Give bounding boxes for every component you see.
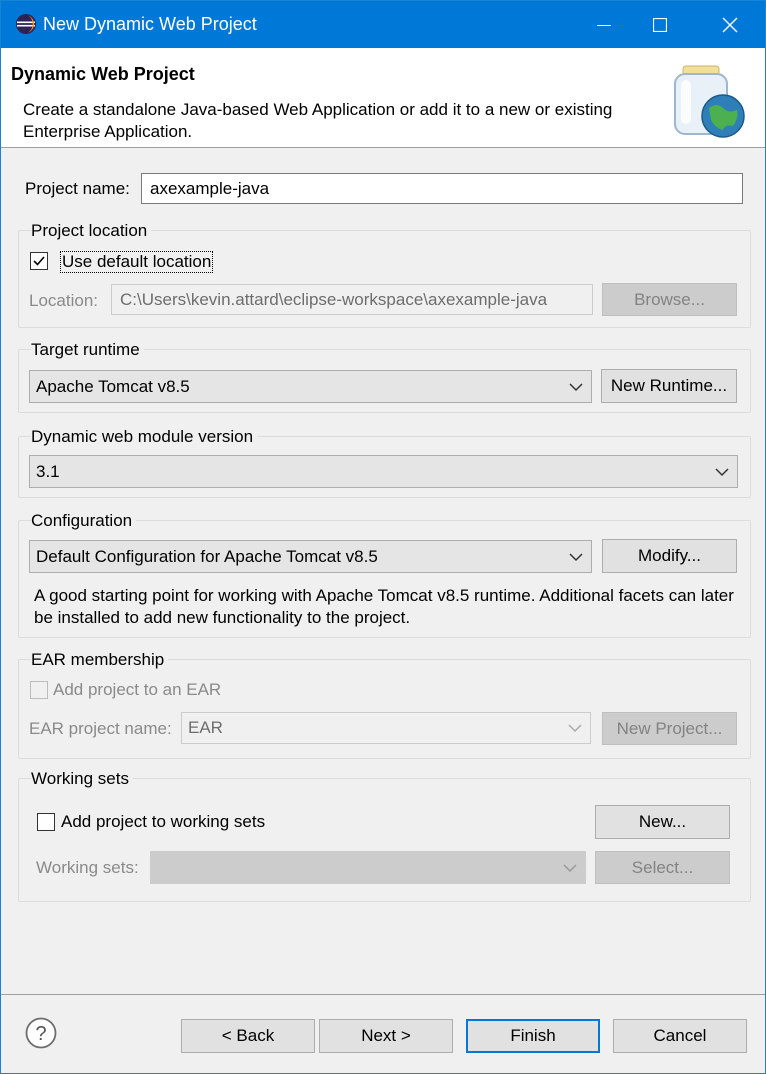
project-location-group-label: Project location: [31, 221, 152, 241]
use-default-location-label[interactable]: Use default location: [60, 251, 214, 273]
add-to-working-sets-label[interactable]: Add project to working sets: [61, 812, 265, 832]
configuration-select[interactable]: Default Configuration for Apache Tomcat …: [29, 540, 592, 573]
working-sets-select[interactable]: [150, 851, 586, 884]
ear-project-name-label: EAR project name:: [29, 719, 172, 738]
configuration-description: A good starting point for working with A…: [34, 586, 734, 627]
minimize-button[interactable]: [581, 1, 627, 48]
configuration-group-label: Configuration: [31, 511, 137, 531]
configuration-value: Default Configuration for Apache Tomcat …: [36, 546, 378, 566]
working-sets-label: Working sets:: [36, 858, 139, 877]
close-button[interactable]: [707, 1, 753, 48]
project-name-input[interactable]: axexample-java: [141, 173, 743, 204]
web-project-jar-globe-icon: [674, 65, 745, 138]
target-runtime-group-label: Target runtime: [31, 340, 144, 360]
close-icon: [722, 17, 738, 32]
working-sets-group-label: Working sets: [31, 769, 133, 789]
module-version-value: 3.1: [36, 461, 60, 481]
minimize-icon: [597, 24, 611, 26]
module-version-group-label: Dynamic web module version: [31, 427, 258, 447]
checkmark-icon: [33, 256, 45, 266]
browse-button[interactable]: Browse...: [602, 283, 737, 316]
title-bar: New Dynamic Web Project: [1, 1, 765, 48]
new-runtime-button[interactable]: New Runtime...: [601, 369, 737, 403]
eclipse-icon: [16, 14, 36, 34]
location-label: Location:: [29, 291, 98, 310]
chevron-down-icon: [569, 552, 583, 561]
new-ear-project-button[interactable]: New Project...: [602, 712, 737, 745]
next-button[interactable]: Next >: [319, 1019, 453, 1053]
back-button[interactable]: < Back: [181, 1019, 315, 1053]
page-title: Dynamic Web Project: [11, 64, 195, 84]
wizard-banner: Dynamic Web Project Create a standalone …: [1, 48, 765, 148]
chevron-down-icon: [715, 467, 729, 476]
footer-divider: [1, 994, 765, 995]
use-default-location-checkbox[interactable]: [30, 252, 48, 270]
cancel-button[interactable]: Cancel: [613, 1019, 747, 1053]
add-to-working-sets-checkbox[interactable]: [37, 813, 55, 831]
new-working-set-button[interactable]: New...: [595, 805, 730, 839]
chevron-down-icon: [568, 724, 582, 733]
project-name-label: Project name:: [25, 179, 130, 198]
new-dynamic-web-project-window: New Dynamic Web Project Dynamic Web Proj…: [0, 0, 766, 1074]
maximize-icon: [653, 17, 667, 32]
modify-button[interactable]: Modify...: [602, 539, 737, 573]
chevron-down-icon: [569, 382, 583, 391]
help-icon[interactable]: ?: [25, 1017, 57, 1049]
module-version-select[interactable]: 3.1: [29, 455, 738, 488]
select-working-sets-button[interactable]: Select...: [595, 851, 730, 884]
ear-project-name-value: EAR: [188, 718, 223, 738]
finish-button[interactable]: Finish: [466, 1019, 600, 1053]
chevron-down-icon: [563, 863, 577, 872]
svg-text:?: ?: [35, 1023, 46, 1045]
page-description: Create a standalone Java-based Web Appli…: [23, 100, 613, 141]
target-runtime-value: Apache Tomcat v8.5: [36, 376, 190, 396]
target-runtime-select[interactable]: Apache Tomcat v8.5: [29, 370, 592, 403]
ear-project-name-select[interactable]: EAR: [181, 712, 591, 744]
location-input[interactable]: C:\Users\kevin.attard\eclipse-workspace\…: [111, 284, 593, 315]
add-to-ear-label[interactable]: Add project to an EAR: [53, 680, 221, 700]
ear-membership-group-label: EAR membership: [31, 650, 169, 670]
add-to-ear-checkbox[interactable]: [30, 681, 48, 699]
window-title: New Dynamic Web Project: [43, 14, 257, 34]
maximize-button[interactable]: [637, 1, 683, 48]
